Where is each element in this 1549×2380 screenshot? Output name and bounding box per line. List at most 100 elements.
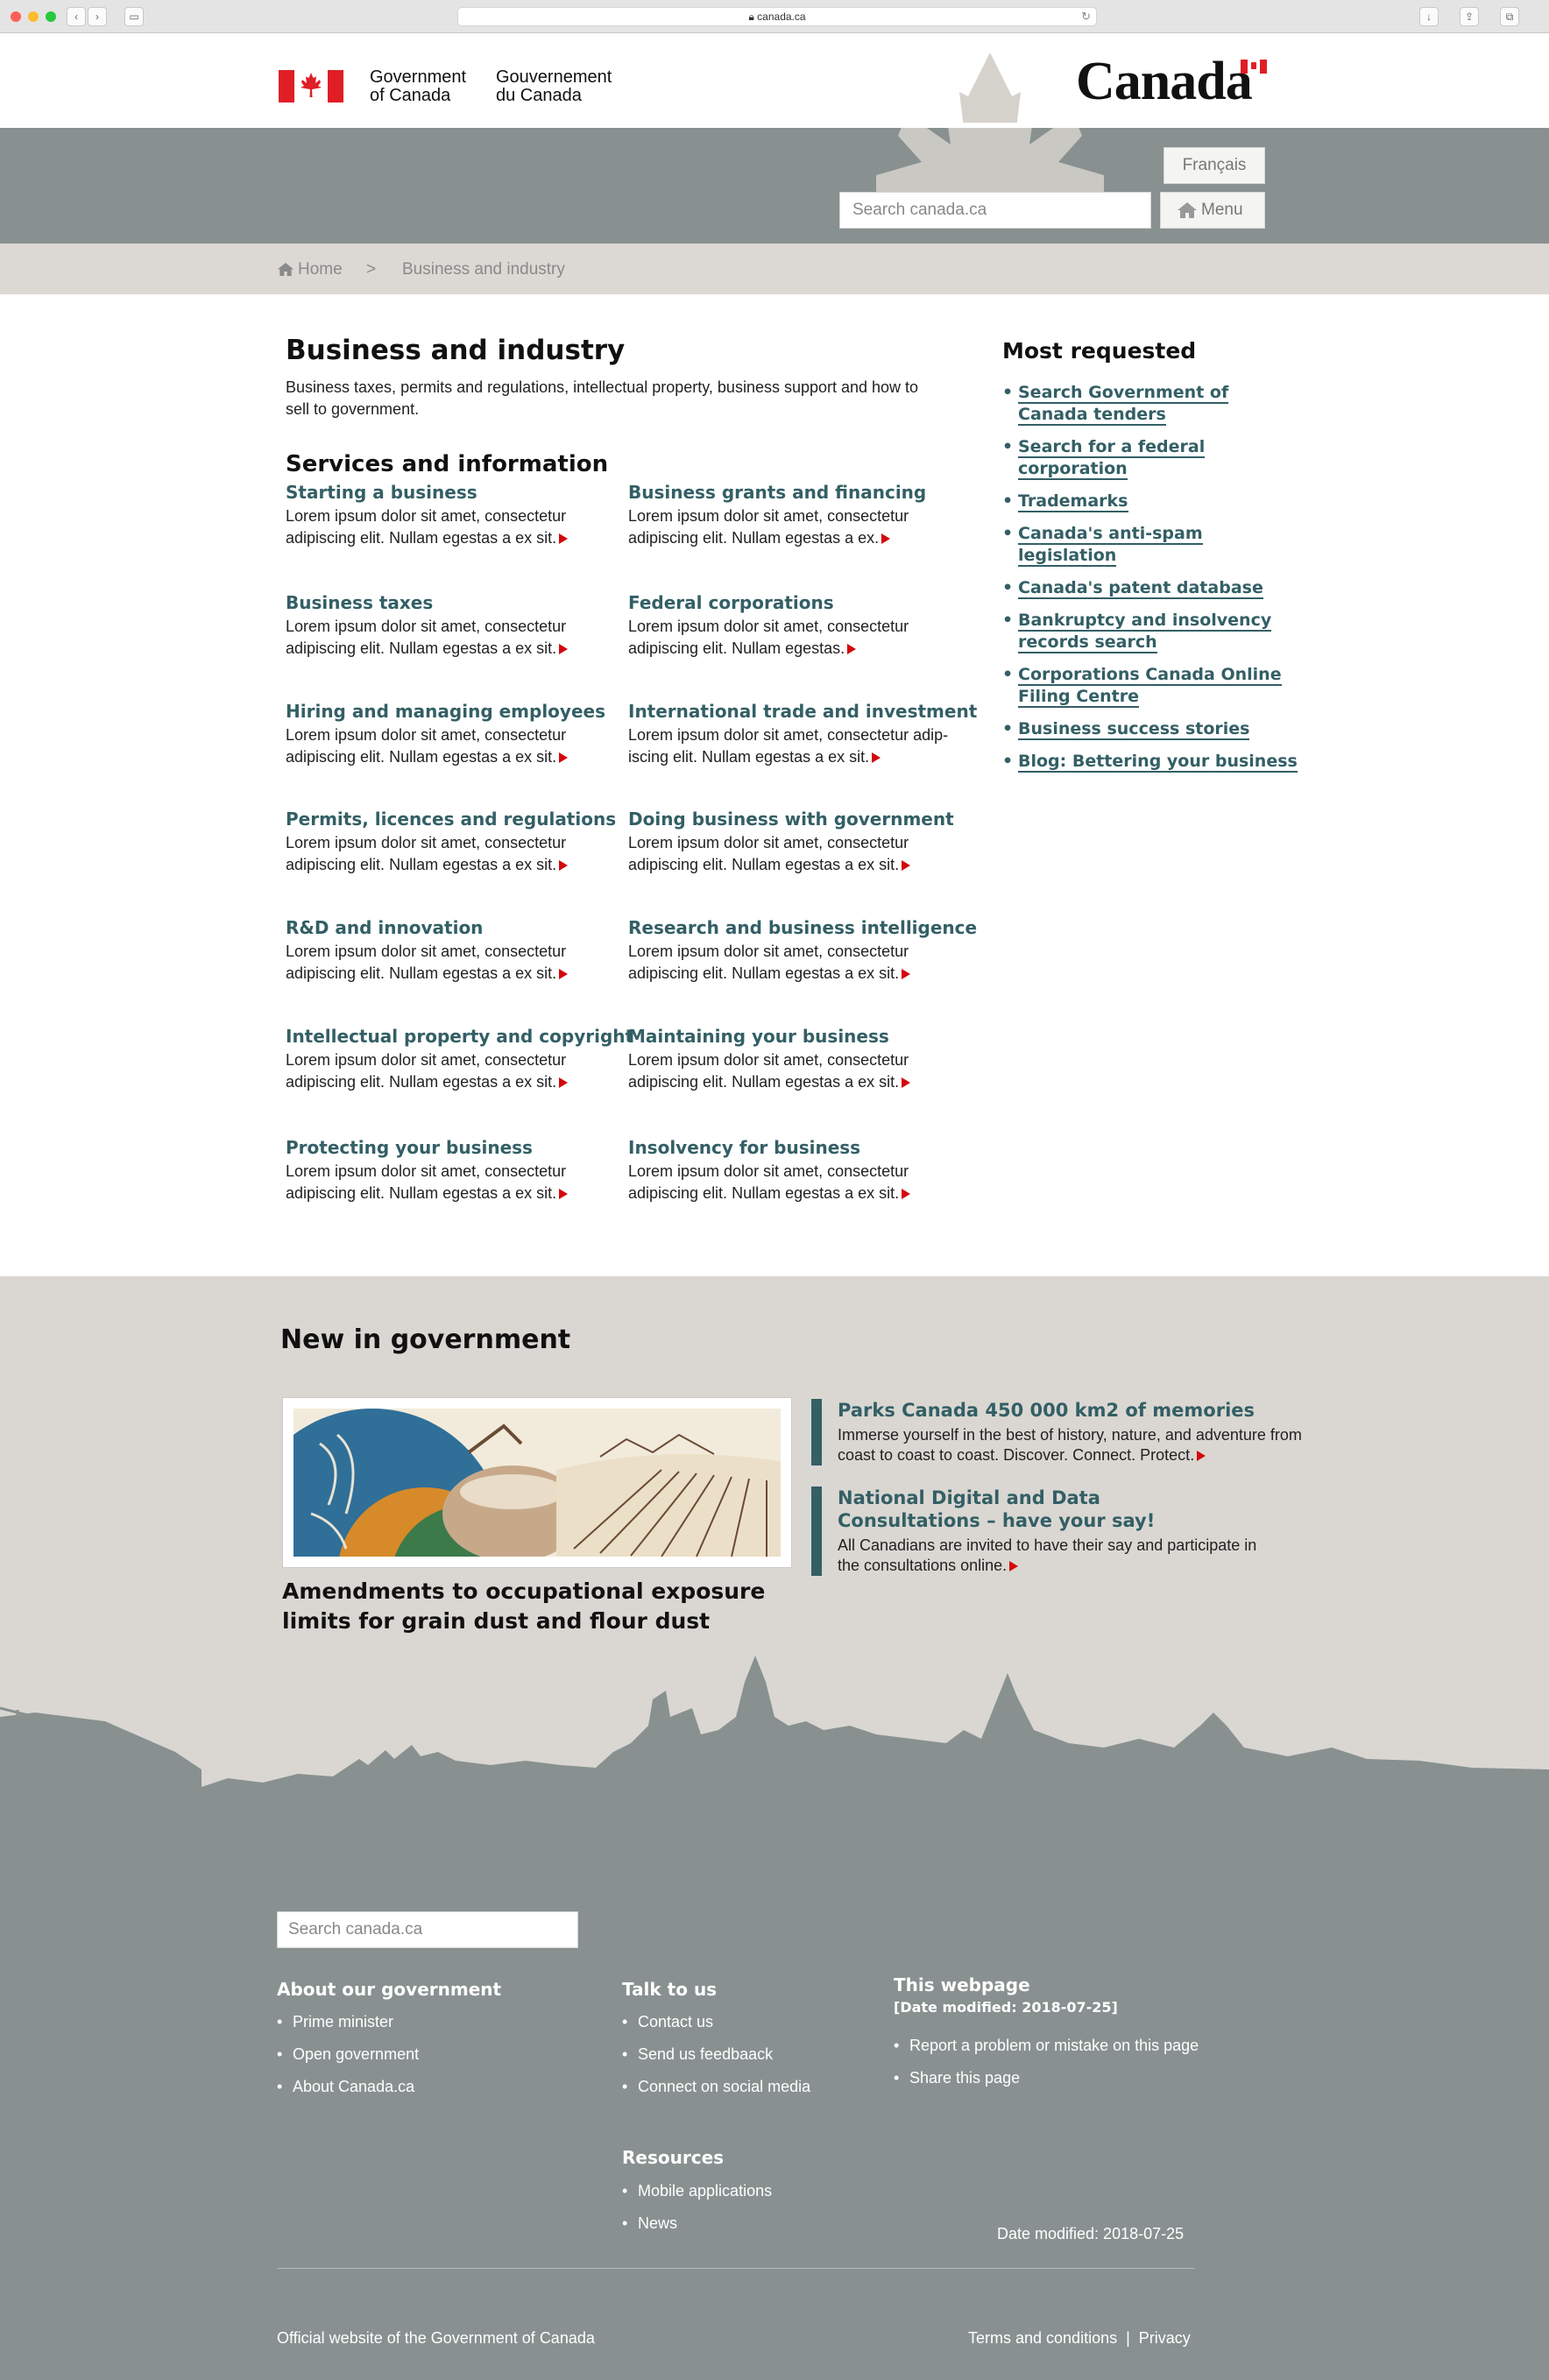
- language-toggle-button[interactable]: Français: [1164, 147, 1265, 184]
- footer-link[interactable]: Prime minister: [277, 2012, 419, 2031]
- footer-link[interactable]: Contact us: [622, 2012, 810, 2031]
- most-requested-title: Most requested: [1002, 338, 1197, 364]
- arrow-right-icon[interactable]: [1197, 1451, 1206, 1461]
- canada-flag-logo[interactable]: [279, 70, 343, 102]
- footer-webpage-date: [Date modified: 2018-07-25]: [894, 1999, 1118, 2016]
- footer-search-input[interactable]: Search canada.ca: [277, 1911, 578, 1948]
- service-item[interactable]: Protecting your business Lorem ipsum dol…: [286, 1136, 619, 1204]
- service-title[interactable]: Maintaining your business: [628, 1025, 961, 1048]
- service-item[interactable]: Business grants and financing Lorem ipsu…: [628, 481, 961, 549]
- service-title[interactable]: Business grants and financing: [628, 481, 961, 504]
- footer-link[interactable]: Share this page: [894, 2068, 1199, 2087]
- close-window-icon[interactable]: [11, 11, 21, 22]
- service-item[interactable]: Doing business with government Lorem ips…: [628, 808, 961, 876]
- service-item[interactable]: Permits, licences and regulations Lorem …: [286, 808, 619, 876]
- most-requested-link[interactable]: Search Government of Canada tenders: [1002, 382, 1300, 426]
- feature-caption[interactable]: Amendments to occupational exposure limi…: [282, 1577, 808, 1636]
- forward-icon[interactable]: ›: [88, 7, 107, 26]
- menu-button[interactable]: Menu: [1160, 192, 1265, 229]
- sidebar-icon[interactable]: ▭: [124, 7, 144, 26]
- service-item[interactable]: Insolvency for business Lorem ipsum dolo…: [628, 1136, 961, 1204]
- service-title[interactable]: Intellectual property and copyright: [286, 1025, 633, 1048]
- reload-icon[interactable]: ↻: [1081, 8, 1091, 25]
- most-requested-link[interactable]: Canada's anti-spam legislation: [1002, 523, 1300, 567]
- service-desc: Lorem ipsum dolor sit amet, consectetur …: [628, 507, 909, 547]
- footer-link[interactable]: Open government: [277, 2045, 419, 2064]
- most-requested-link[interactable]: Blog: Bettering your business: [1002, 751, 1300, 773]
- most-requested-link[interactable]: Search for a federal corporation: [1002, 436, 1300, 480]
- footer-link[interactable]: News: [622, 2214, 772, 2233]
- footer-link[interactable]: Report a problem or mistake on this page: [894, 2036, 1199, 2055]
- service-item[interactable]: Starting a business Lorem ipsum dolor si…: [286, 481, 619, 549]
- privacy-link[interactable]: Privacy: [1139, 2329, 1191, 2347]
- most-requested-link[interactable]: Trademarks: [1002, 491, 1300, 512]
- arrow-right-icon[interactable]: [902, 1189, 911, 1199]
- arrow-right-icon[interactable]: [902, 969, 911, 979]
- service-item[interactable]: Business taxes Lorem ipsum dolor sit ame…: [286, 591, 619, 660]
- service-title[interactable]: International trade and investment: [628, 700, 977, 723]
- share-icon[interactable]: ⇪: [1460, 7, 1479, 26]
- footer-about-title: About our government: [277, 1979, 502, 2000]
- arrow-right-icon[interactable]: [559, 1077, 569, 1088]
- arrow-right-icon[interactable]: [559, 969, 569, 979]
- arrow-right-icon[interactable]: [559, 860, 569, 871]
- service-title[interactable]: Research and business intelligence: [628, 916, 977, 939]
- most-requested-link[interactable]: Canada's patent database: [1002, 577, 1300, 599]
- service-title[interactable]: Starting a business: [286, 481, 619, 504]
- breadcrumb-home[interactable]: Home: [277, 260, 343, 279]
- service-title[interactable]: R&D and innovation: [286, 916, 619, 939]
- service-desc: Lorem ipsum dolor sit amet, consectetur …: [286, 507, 567, 547]
- minimize-window-icon[interactable]: [28, 11, 39, 22]
- footer-link[interactable]: Mobile applications: [622, 2181, 772, 2200]
- footer-talk-title: Talk to us: [622, 1979, 718, 2000]
- arrow-right-icon[interactable]: [559, 1189, 569, 1199]
- feature-image[interactable]: [282, 1397, 792, 1568]
- arrow-right-icon[interactable]: [881, 533, 891, 544]
- arrow-right-icon[interactable]: [872, 752, 881, 763]
- arrow-right-icon[interactable]: [1009, 1561, 1019, 1571]
- news-item[interactable]: National Digital and Data Consultations …: [811, 1487, 1302, 1576]
- service-title[interactable]: Federal corporations: [628, 591, 961, 614]
- service-item[interactable]: Hiring and managing employees Lorem ipsu…: [286, 700, 619, 768]
- service-title[interactable]: Business taxes: [286, 591, 619, 614]
- service-title[interactable]: Protecting your business: [286, 1136, 619, 1159]
- tabs-icon[interactable]: ⧉: [1500, 7, 1519, 26]
- header-search-input[interactable]: Search canada.ca: [839, 192, 1151, 229]
- maple-leaf-watermark-icon: [876, 128, 1104, 193]
- most-requested-link[interactable]: Corporations Canada Online Filing Centre: [1002, 664, 1300, 708]
- footer-link[interactable]: Send us feedbaack: [622, 2045, 810, 2064]
- arrow-right-icon[interactable]: [847, 644, 857, 654]
- service-item[interactable]: Federal corporations Lorem ipsum dolor s…: [628, 591, 961, 660]
- service-item[interactable]: Intellectual property and copyright Lore…: [286, 1025, 633, 1093]
- footer-separator: |: [1126, 2329, 1130, 2347]
- service-title[interactable]: Hiring and managing employees: [286, 700, 619, 723]
- news-item[interactable]: Parks Canada 450 000 km2 of memories Imm…: [811, 1399, 1337, 1465]
- news-title[interactable]: National Digital and Data Consultations …: [838, 1487, 1241, 1532]
- arrow-right-icon[interactable]: [559, 752, 569, 763]
- header-band: [0, 128, 1549, 244]
- back-icon[interactable]: ‹: [67, 7, 86, 26]
- zoom-window-icon[interactable]: [46, 11, 56, 22]
- arrow-right-icon[interactable]: [902, 1077, 911, 1088]
- footer-link[interactable]: About Canada.ca: [277, 2077, 419, 2096]
- service-item[interactable]: R&D and innovation Lorem ipsum dolor sit…: [286, 916, 619, 985]
- service-title[interactable]: Doing business with government: [628, 808, 961, 830]
- most-requested-link[interactable]: Business success stories: [1002, 718, 1300, 740]
- arrow-right-icon[interactable]: [559, 533, 569, 544]
- service-item[interactable]: International trade and investment Lorem…: [628, 700, 977, 768]
- service-item[interactable]: Maintaining your business Lorem ipsum do…: [628, 1025, 961, 1093]
- arrow-right-icon[interactable]: [559, 644, 569, 654]
- most-requested-link[interactable]: Bankruptcy and insolvency records search: [1002, 610, 1300, 653]
- service-title[interactable]: Permits, licences and regulations: [286, 808, 619, 830]
- download-icon[interactable]: ↓: [1419, 7, 1439, 26]
- terms-link[interactable]: Terms and conditions: [968, 2329, 1117, 2347]
- most-requested-list: Search Government of Canada tenders Sear…: [1002, 382, 1300, 783]
- address-bar[interactable]: 🔒︎ canada.ca ↻: [457, 7, 1097, 26]
- service-item[interactable]: Research and business intelligence Lorem…: [628, 916, 977, 985]
- service-desc: Lorem ipsum dolor sit amet, consectetur …: [286, 726, 567, 766]
- footer-link[interactable]: Connect on social media: [622, 2077, 810, 2096]
- service-title[interactable]: Insolvency for business: [628, 1136, 961, 1159]
- breadcrumb-current[interactable]: Business and industry: [402, 260, 565, 279]
- arrow-right-icon[interactable]: [902, 860, 911, 871]
- news-title[interactable]: Parks Canada 450 000 km2 of memories: [838, 1399, 1337, 1422]
